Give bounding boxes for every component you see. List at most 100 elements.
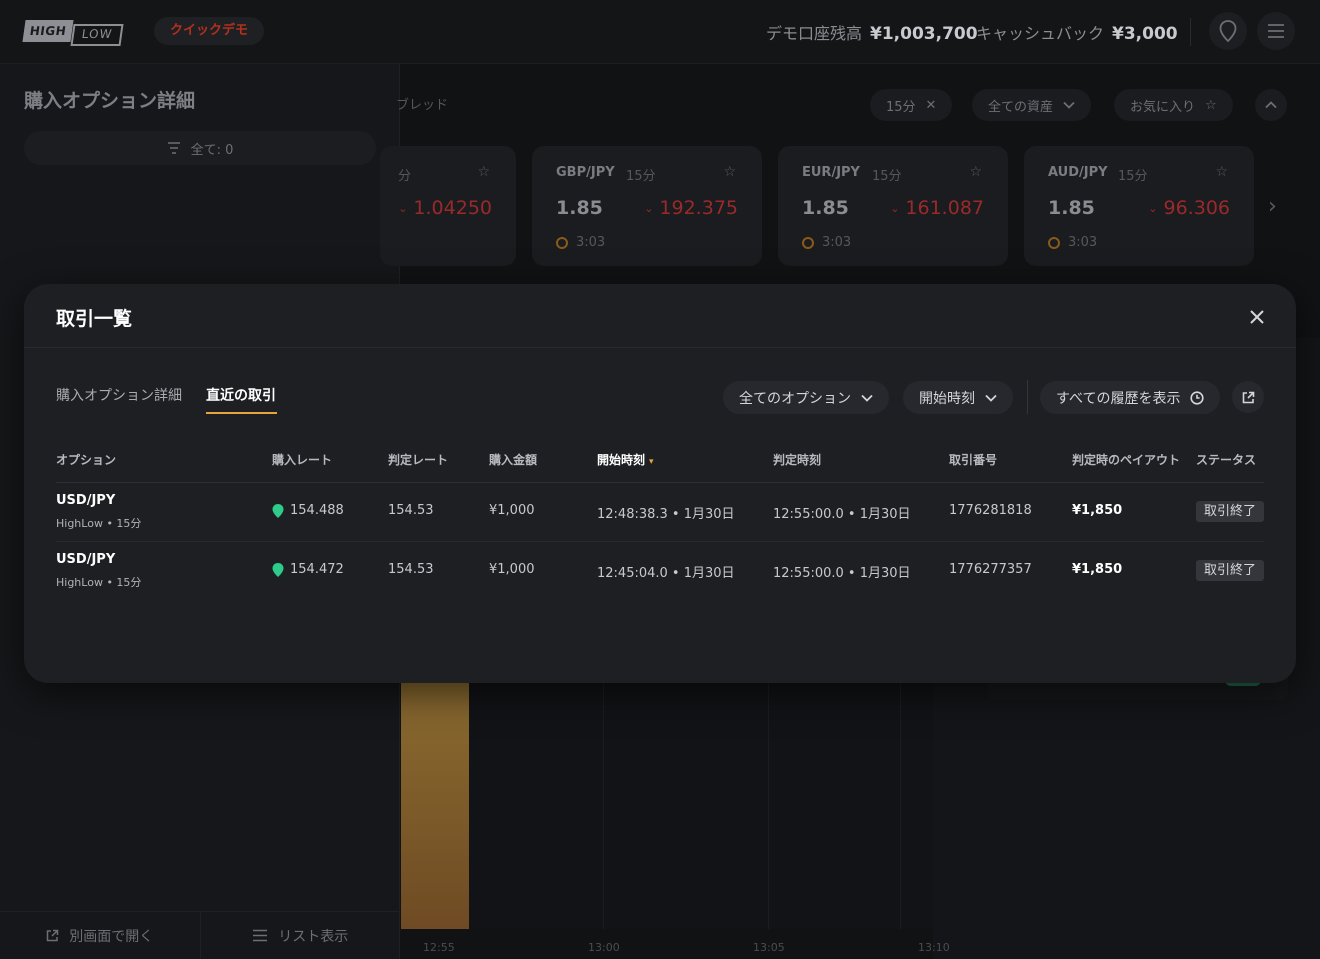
timer-ring-icon (1048, 236, 1060, 249)
filter-icon (167, 142, 180, 154)
duration-filter-pill[interactable]: 15分 ✕ (870, 89, 953, 121)
x-tick-label: 12:55 (423, 941, 455, 954)
options-filter-dropdown[interactable]: 全てのオプション (723, 381, 889, 414)
asset-rate: ⌄ 161.087 (890, 197, 984, 219)
chevron-up-icon (1265, 101, 1277, 109)
chevron-right-icon[interactable]: › (1268, 194, 1277, 219)
asset-rate-value: 96.306 (1163, 197, 1230, 219)
all-assets-dropdown[interactable]: 全ての資産 (972, 89, 1092, 121)
tab-recent-trades[interactable]: 直近の取引 (206, 385, 276, 405)
timer-ring-icon (556, 236, 568, 249)
left-panel-title: 購入オプション詳細 (24, 90, 196, 112)
chevron-down-icon (861, 394, 873, 402)
row-option: USD/JPY (56, 493, 116, 508)
modal-divider (24, 347, 1296, 348)
status-badge: 取引終了 (1196, 560, 1265, 581)
list-icon (253, 929, 268, 942)
star-icon[interactable]: ☆ (723, 164, 736, 180)
menu-button[interactable] (1257, 12, 1295, 50)
row-trade-no: 1776277357 (949, 562, 1032, 577)
modal-close-button[interactable] (1242, 302, 1272, 332)
row-judge-rate: 154.53 (388, 562, 434, 577)
asset-payout: 1.85 (1048, 197, 1095, 219)
down-caret-icon: ⌄ (1148, 202, 1158, 215)
down-caret-icon: ⌄ (644, 202, 654, 215)
asset-rate: ⌄ 1.04250 (398, 197, 492, 219)
asset-card-gbpjpy[interactable]: GBP/JPY 15分 ☆ 1.85 ⌄ 192.375 3:03 (532, 146, 762, 266)
duration-filter-label: 15分 (886, 99, 916, 115)
star-icon[interactable]: ☆ (1215, 164, 1228, 180)
table-header-divider (56, 482, 1264, 483)
favorites-label: お気に入り (1130, 99, 1196, 115)
x-tick-label: 13:00 (588, 941, 620, 954)
row-payout: ¥1,850 (1072, 503, 1123, 518)
open-separate-window-button[interactable]: 別画面で開く (0, 912, 200, 959)
chart-highlight-band (401, 683, 469, 929)
chart-gridline (900, 683, 901, 929)
list-view-button[interactable]: リスト表示 (199, 912, 401, 959)
chevron-down-icon (1063, 101, 1075, 109)
asset-card[interactable]: 分 ☆ ⌄ 1.04250 (380, 146, 516, 266)
chevron-down-icon (985, 394, 997, 402)
asset-card-eurjpy[interactable]: EUR/JPY 15分 ☆ 1.85 ⌄ 161.087 3:03 (778, 146, 1008, 266)
balance-value: ¥1,003,700 (870, 24, 978, 44)
purchase-rate-value: 154.472 (290, 562, 344, 577)
row-judge-time: 12:55:00.0 • 1月30日 (773, 507, 911, 522)
location-pin-button[interactable] (1209, 12, 1247, 50)
price-chart[interactable] (401, 683, 933, 929)
show-all-history-button[interactable]: すべての履歴を表示 (1040, 381, 1221, 414)
star-icon[interactable]: ☆ (969, 164, 982, 180)
asset-rate: ⌄ 192.375 (644, 197, 738, 219)
cashback: キャッシュバック ¥3,000 (976, 20, 1178, 44)
col-header-amount: 購入金額 (489, 453, 538, 467)
trade-list-modal: 取引一覧 購入オプション詳細 直近の取引 全てのオプション 開始時刻 すべての履… (24, 284, 1296, 683)
timer-value: 3:03 (822, 235, 852, 250)
row-judge-time: 12:55:00.0 • 1月30日 (773, 566, 911, 581)
x-tick-label: 13:05 (753, 941, 785, 954)
row-judge-rate: 154.53 (388, 503, 434, 518)
asset-pair: EUR/JPY (802, 165, 860, 180)
row-purchase-rate: 154.488 (272, 503, 344, 518)
filter-label: 全て: 0 (190, 142, 234, 158)
favorites-pill[interactable]: お気に入り ☆ (1114, 89, 1233, 121)
col-header-start-time[interactable]: 開始時刻 ▾ (597, 451, 654, 468)
tab-purchase-details[interactable]: 購入オプション詳細 (56, 385, 182, 405)
asset-rate-value: 192.375 (659, 197, 738, 219)
cashback-label: キャッシュバック (976, 24, 1105, 43)
sort-desc-icon: ▾ (649, 457, 654, 467)
clock-icon (1190, 390, 1205, 405)
export-button[interactable] (1232, 381, 1264, 413)
asset-duration: 15分 (872, 169, 902, 184)
logo-low: LOW (70, 24, 124, 46)
sort-dropdown[interactable]: 開始時刻 (903, 381, 1013, 414)
row-option: USD/JPY (56, 552, 116, 567)
sort-label: 開始時刻 (919, 390, 975, 407)
close-icon (1250, 310, 1264, 324)
option-filter-pill[interactable]: 全て: 0 (24, 131, 376, 165)
filter-separator (1027, 380, 1028, 414)
asset-duration: 15分 (626, 169, 656, 184)
close-icon[interactable]: ✕ (926, 98, 937, 113)
down-caret-icon: ⌄ (398, 202, 408, 215)
logo-high: HIGH (22, 20, 74, 42)
asset-timer: 3:03 (802, 235, 851, 250)
chart-gridline (768, 683, 769, 929)
asset-card-audjpy[interactable]: AUD/JPY 15分 ☆ 1.85 ⌄ 96.306 3:03 (1024, 146, 1254, 266)
row-payout: ¥1,850 (1072, 562, 1123, 577)
row-trade-no: 1776281818 (949, 503, 1032, 518)
row-divider (56, 541, 1264, 542)
modal-title: 取引一覧 (56, 308, 133, 330)
asset-duration: 15分 (1118, 169, 1148, 184)
external-link-icon (47, 929, 59, 942)
asset-timer: 3:03 (1048, 235, 1097, 250)
quick-demo-badge[interactable]: クイックデモ (154, 17, 265, 45)
highlow-logo[interactable]: HIGH LOW (22, 20, 124, 46)
collapse-button[interactable] (1255, 89, 1287, 121)
col-header-purchase-rate: 購入レート (272, 453, 333, 467)
star-icon[interactable]: ☆ (477, 164, 490, 180)
header-divider (1190, 18, 1191, 46)
down-caret-icon: ⌄ (890, 202, 900, 215)
options-filter-label: 全てのオプション (739, 390, 851, 407)
cashback-value: ¥3,000 (1112, 24, 1178, 44)
chart-gridline (603, 683, 604, 929)
